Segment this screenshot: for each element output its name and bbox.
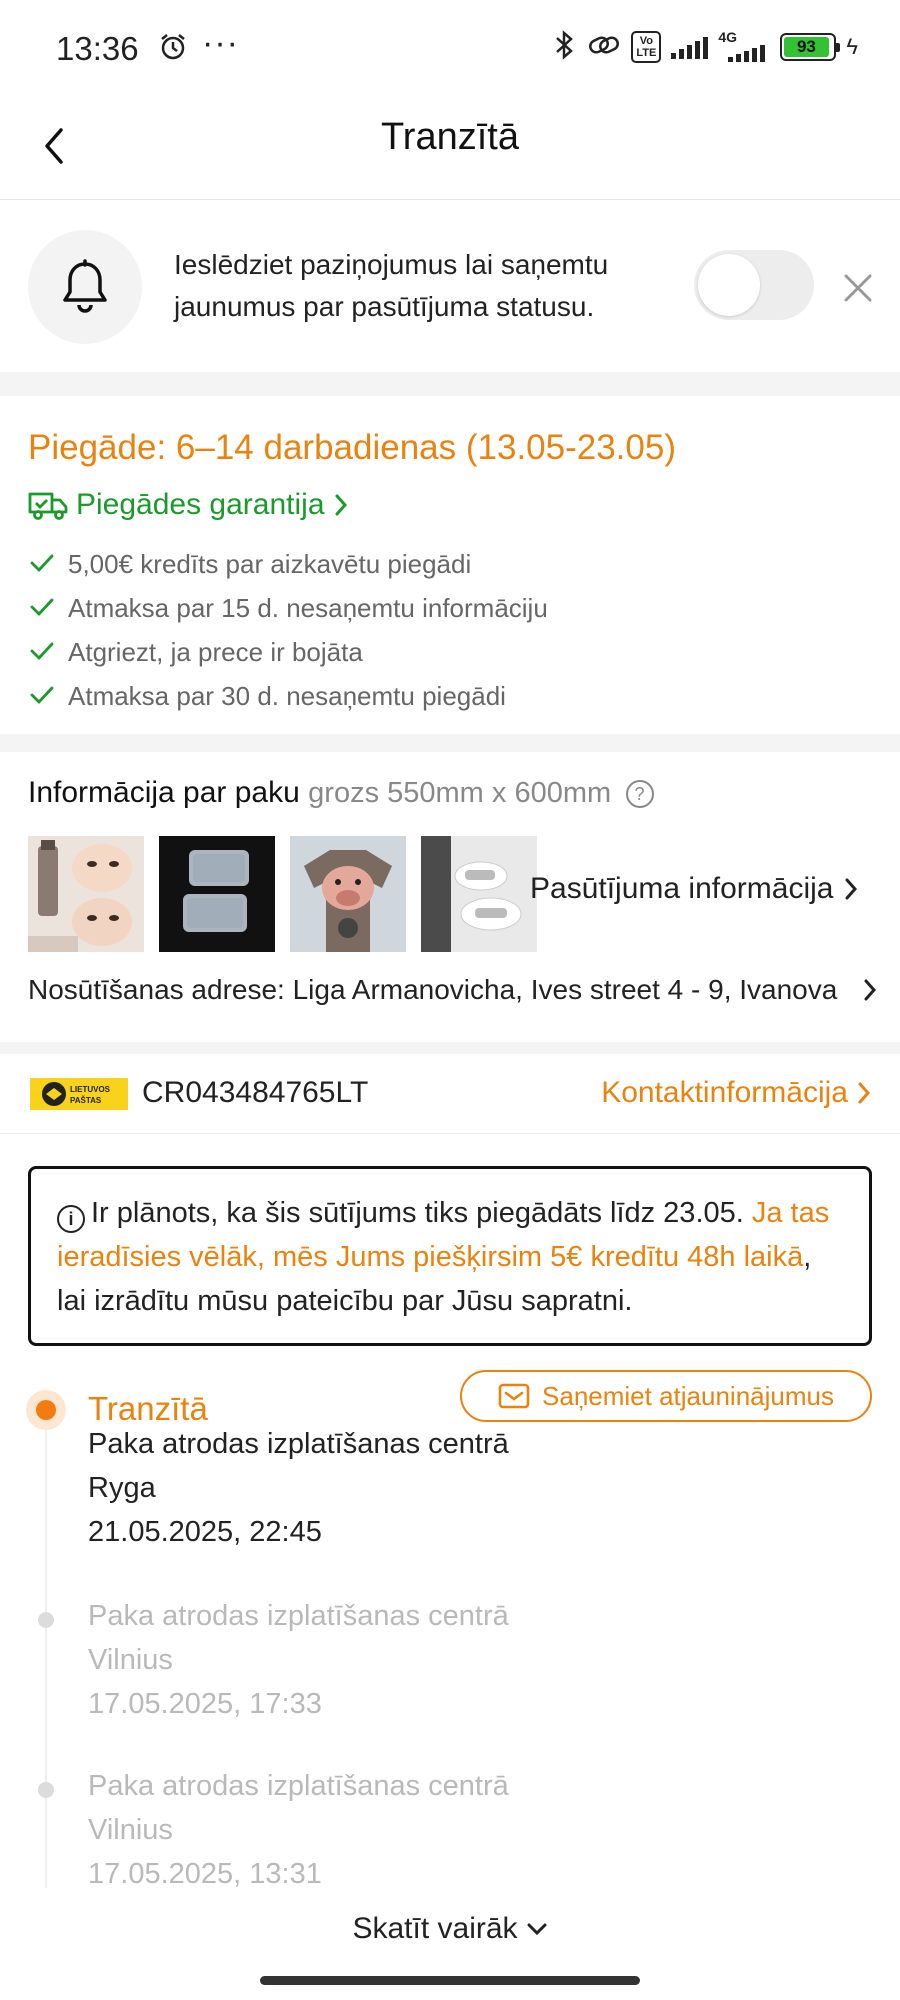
check-icon	[30, 681, 68, 712]
timeline-event: Paka atrodas izplatīšanas centrā Ryga 21…	[88, 1422, 509, 1554]
check-icon	[30, 593, 68, 624]
svg-text:PAŠTAS: PAŠTAS	[70, 1096, 102, 1105]
contact-info-link[interactable]: Kontaktinformācija	[601, 1076, 872, 1110]
chevron-right-icon	[335, 494, 347, 516]
notification-text: Ieslēdziet paziņojumus lai saņemtu jaunu…	[174, 249, 609, 322]
order-info-link[interactable]: Pasūtījuma informācija	[530, 872, 859, 906]
product-thumbnails[interactable]	[28, 836, 537, 952]
bell-icon	[28, 230, 142, 344]
alarm-icon	[158, 32, 188, 67]
chevron-right-icon	[864, 979, 877, 1001]
delivery-notice: i Ir plānots, ka šis sūtījums tiks piegād…	[28, 1166, 872, 1346]
list-item: 5,00€ kredīts par aizkavētu piegādi	[30, 542, 548, 586]
notification-banner: Ieslēdziet paziņojumus lai saņemtu jaunu…	[0, 200, 900, 372]
truck-icon	[28, 492, 68, 520]
mail-icon	[498, 1383, 530, 1409]
delivery-section: Piegāde: 6–14 darbadienas (13.05-23.05) …	[0, 396, 900, 734]
list-item: Atmaksa par 30 d. nesaņemtu piegādi	[30, 674, 548, 718]
volte-icon: Vo LTE	[631, 31, 662, 63]
product-thumbnail-slippers[interactable]	[421, 836, 537, 952]
show-more-button[interactable]: Skatīt vairāk	[0, 1912, 900, 1946]
page-title: Tranzītā	[381, 116, 519, 158]
status-bar: 13:36 ··· Vo LTE 4G 93 ϟ	[0, 0, 900, 96]
product-thumbnail-cosmetics[interactable]	[28, 836, 144, 952]
carrier-logo: LIETUVOS PAŠTAS	[30, 1078, 128, 1110]
svg-text:LIETUVOS: LIETUVOS	[70, 1085, 111, 1094]
carrier-row: LIETUVOS PAŠTAS CR043484765LT Kontaktinf…	[0, 1054, 900, 1134]
chevron-down-icon	[527, 1923, 547, 1936]
list-item: Atgriezt, ja prece ir bojāta	[30, 630, 548, 674]
shipping-address-row[interactable]: Nosūtīšanas adrese: Liga Armanovicha, Iv…	[28, 974, 878, 1006]
section-divider	[0, 734, 900, 752]
close-banner-button[interactable]	[838, 268, 878, 308]
shipping-address: Nosūtīšanas adrese: Liga Armanovicha, Iv…	[28, 974, 838, 1005]
chevron-right-icon	[845, 878, 858, 900]
status-time: 13:36	[56, 30, 139, 67]
notifications-toggle[interactable]	[694, 250, 814, 320]
check-icon	[30, 549, 68, 580]
app-header: Tranzītā	[0, 96, 900, 200]
event-description: Paka atrodas izplatīšanas centrā	[88, 1600, 509, 1632]
product-thumbnail-tshirt[interactable]	[290, 836, 406, 952]
guarantee-label: Piegādes garantija	[76, 488, 325, 521]
network-4g-icon: 4G	[718, 29, 770, 62]
close-icon	[844, 274, 872, 302]
list-item: Atmaksa par 15 d. nesaņemtu informāciju	[30, 586, 548, 630]
more-status-icon: ···	[202, 24, 239, 62]
event-datetime: 17.05.2025, 17:33	[88, 1688, 322, 1720]
timeline-line	[45, 1418, 47, 1888]
event-datetime: 21.05.2025, 22:45	[88, 1516, 322, 1548]
check-icon	[30, 637, 68, 668]
bluetooth-icon	[551, 29, 577, 65]
event-description: Paka atrodas izplatīšanas centrā	[88, 1428, 509, 1460]
link-icon	[587, 30, 621, 65]
guarantee-list: 5,00€ kredīts par aizkavētu piegādi Atma…	[30, 542, 548, 718]
event-location: Vilnius	[88, 1644, 173, 1676]
section-divider	[0, 1042, 900, 1054]
event-location: Vilnius	[88, 1814, 173, 1846]
timeline-event: Paka atrodas izplatīšanas centrā Vilnius…	[88, 1594, 509, 1726]
tracking-timeline: Tranzītā Saņemiet atjauninājumus Paka at…	[0, 1360, 900, 1900]
help-icon[interactable]: ?	[625, 780, 654, 809]
package-info-section: Informācija par paku grozs 550mm x 600mm…	[0, 752, 900, 1042]
event-description: Paka atrodas izplatīšanas centrā	[88, 1770, 509, 1802]
info-icon: i	[57, 1205, 85, 1233]
timeline-dot-active	[26, 1390, 66, 1430]
signal-icon	[671, 35, 709, 59]
product-thumbnail-boxes[interactable]	[159, 836, 275, 952]
home-indicator[interactable]	[260, 1976, 640, 1985]
event-datetime: 17.05.2025, 13:31	[88, 1858, 322, 1890]
chevron-right-icon	[858, 1082, 871, 1104]
tracking-number[interactable]: CR043484765LT	[142, 1076, 368, 1110]
timeline-event: Paka atrodas izplatīšanas centrā Vilnius…	[88, 1764, 509, 1896]
package-title: Informācija par paku grozs 550mm x 600mm…	[28, 776, 654, 810]
package-size: grozs 550mm x 600mm	[308, 777, 612, 809]
timeline-dot	[38, 1782, 54, 1798]
timeline-dot	[38, 1612, 54, 1628]
event-location: Ryga	[88, 1472, 156, 1504]
get-updates-button[interactable]: Saņemiet atjauninājumus	[460, 1370, 872, 1422]
delivery-title: Piegāde: 6–14 darbadienas (13.05-23.05)	[28, 428, 676, 467]
delivery-guarantee-link[interactable]: Piegādes garantija	[28, 488, 349, 522]
charging-icon: ϟ	[846, 34, 858, 59]
section-divider	[0, 372, 900, 396]
battery-icon: 93	[780, 33, 841, 61]
